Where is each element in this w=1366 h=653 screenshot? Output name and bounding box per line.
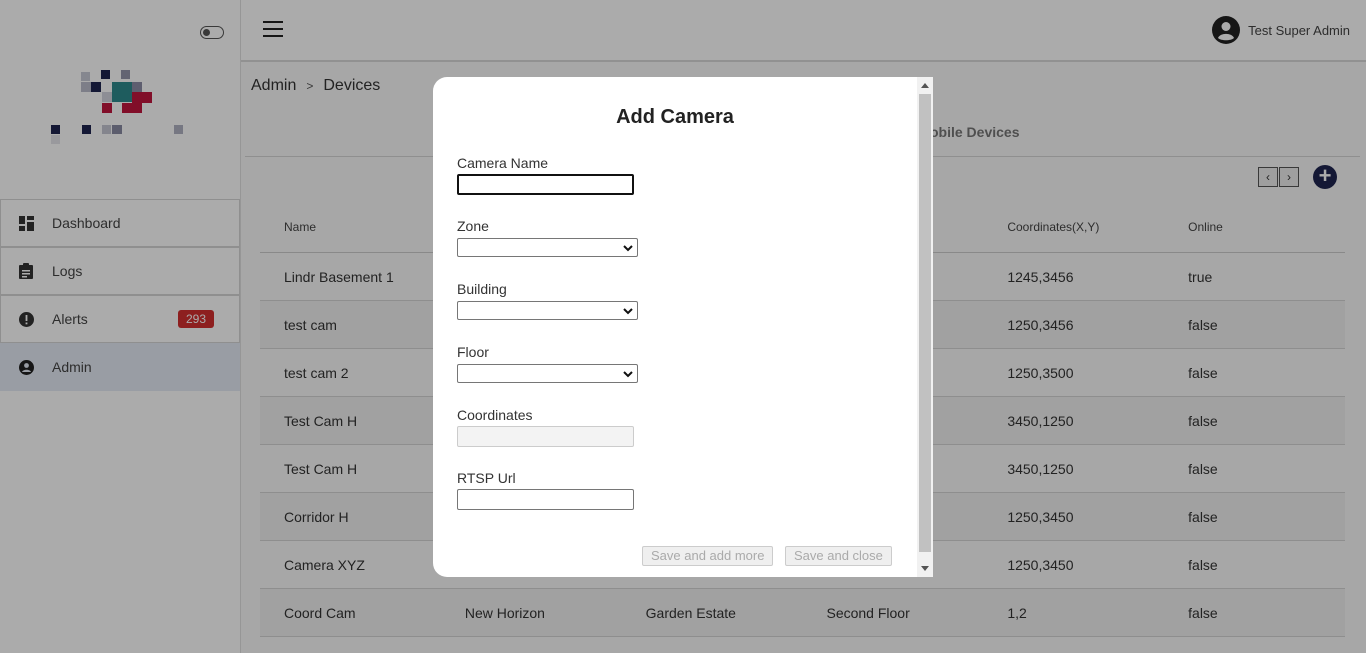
zone-label: Zone xyxy=(457,218,489,234)
modal-scrollbar[interactable] xyxy=(917,77,933,577)
chevron-down-icon xyxy=(623,371,633,378)
rtsp-url-input[interactable] xyxy=(457,489,634,510)
zone-select[interactable] xyxy=(457,238,638,257)
scroll-up-icon[interactable] xyxy=(921,83,929,88)
add-camera-modal: Add Camera Camera Name Zone Building Flo… xyxy=(433,77,933,577)
building-select[interactable] xyxy=(457,301,638,320)
save-and-close-button[interactable]: Save and close xyxy=(785,546,892,566)
coordinates-label: Coordinates xyxy=(457,407,533,423)
modal-title: Add Camera xyxy=(616,106,734,128)
floor-label: Floor xyxy=(457,344,489,360)
building-label: Building xyxy=(457,281,507,297)
scrollbar-thumb[interactable] xyxy=(919,94,931,552)
scroll-down-icon[interactable] xyxy=(921,566,929,571)
chevron-down-icon xyxy=(623,245,633,252)
camera-name-input[interactable] xyxy=(457,174,634,195)
save-and-add-more-button[interactable]: Save and add more xyxy=(642,546,774,566)
coordinates-input xyxy=(457,426,634,447)
floor-select[interactable] xyxy=(457,364,638,383)
chevron-down-icon xyxy=(623,308,633,315)
rtsp-url-label: RTSP Url xyxy=(457,470,516,486)
camera-name-label: Camera Name xyxy=(457,155,549,171)
